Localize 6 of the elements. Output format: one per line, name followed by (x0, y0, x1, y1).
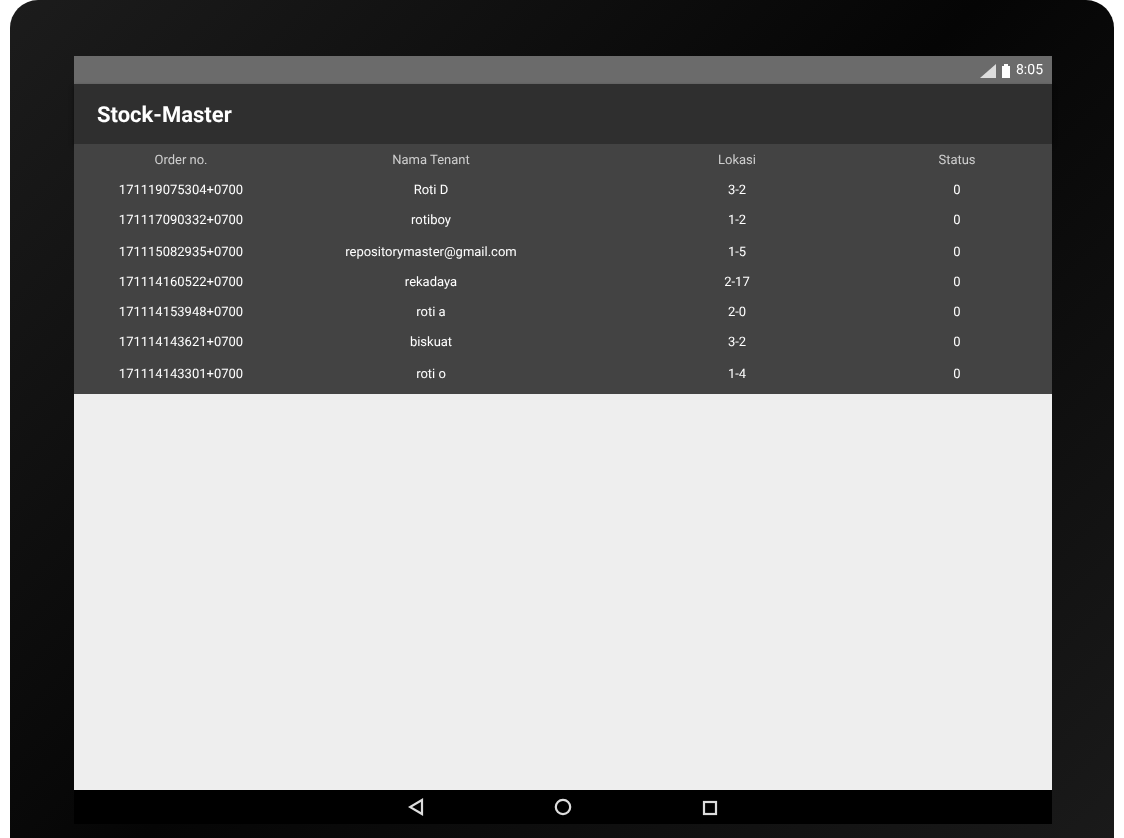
signal-icon (980, 63, 996, 77)
recents-icon[interactable] (701, 799, 717, 815)
app-title: Stock-Master (97, 101, 232, 127)
back-icon[interactable] (407, 798, 423, 816)
home-icon[interactable] (553, 798, 571, 816)
battery-icon (1002, 63, 1010, 77)
